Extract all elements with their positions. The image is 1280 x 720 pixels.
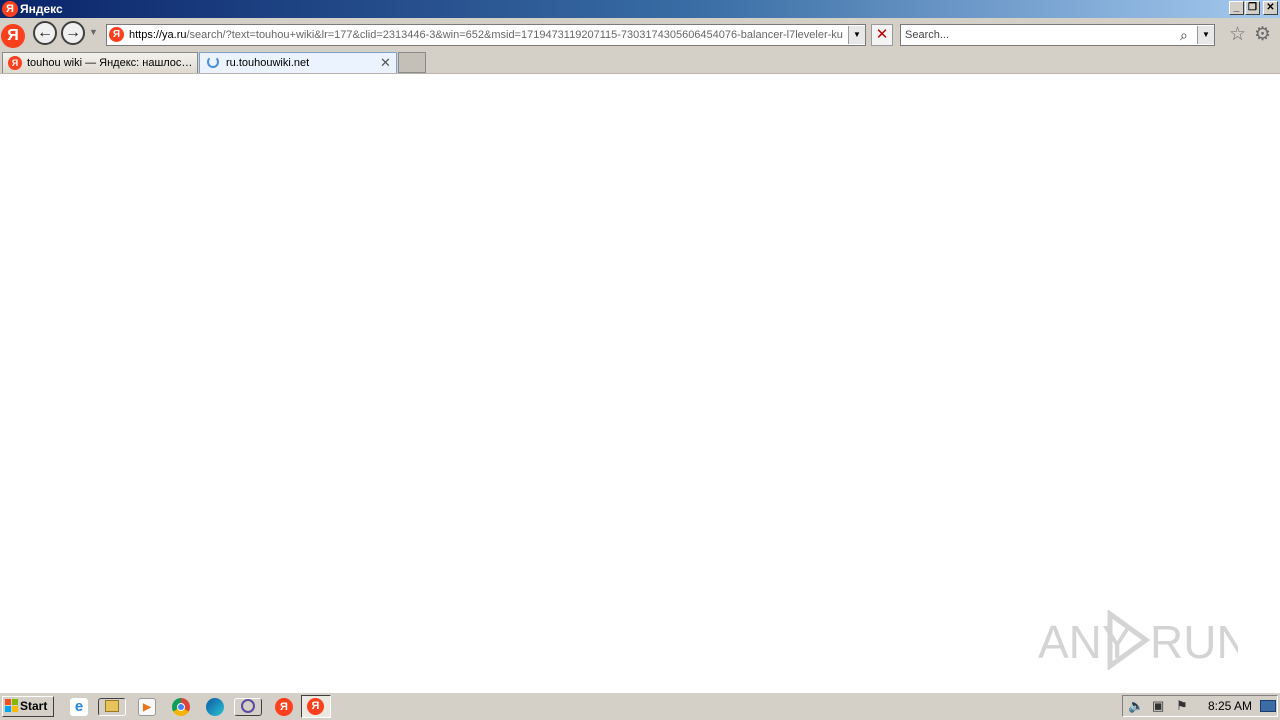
address-dropdown-button[interactable]: ▼ bbox=[848, 26, 865, 44]
yandex-favicon-icon: Я bbox=[8, 56, 22, 70]
tab-label: ru.touhouwiki.net bbox=[226, 57, 310, 69]
speaker-icon[interactable]: 🔈 bbox=[1128, 699, 1144, 713]
close-tab-icon[interactable]: ✕ bbox=[380, 55, 391, 71]
chrome-center-icon bbox=[177, 703, 185, 711]
folder-icon bbox=[105, 700, 119, 712]
yandex-logo-icon: Я bbox=[2, 1, 18, 17]
new-tab-button[interactable] bbox=[398, 52, 426, 73]
search-dropdown-button[interactable]: ▼ bbox=[1197, 26, 1214, 44]
app-play-icon bbox=[241, 699, 255, 713]
site-favicon-icon: Я bbox=[109, 27, 124, 42]
action-center-flag-icon[interactable]: ⚑ bbox=[1176, 699, 1188, 713]
minimize-button[interactable]: _ bbox=[1229, 1, 1244, 15]
page-content bbox=[0, 74, 1280, 692]
favorites-star-icon[interactable]: ☆ bbox=[1229, 24, 1246, 46]
edge-icon[interactable] bbox=[206, 698, 224, 716]
window-title: Яндекс bbox=[20, 2, 63, 16]
loading-spinner-icon bbox=[207, 56, 219, 68]
url-path: /search/?text=touhou+wiki&lr=177&clid=23… bbox=[186, 29, 843, 41]
tab-label: touhou wiki — Яндекс: нашлос… bbox=[27, 57, 193, 69]
restore-button[interactable]: ❐ bbox=[1245, 1, 1260, 15]
tools-gear-icon[interactable]: ⚙ bbox=[1254, 24, 1271, 46]
search-placeholder: Search... bbox=[905, 29, 950, 41]
close-window-button[interactable]: ✕ bbox=[1263, 1, 1278, 15]
clock[interactable]: 8:25 AM bbox=[1208, 699, 1252, 714]
media-player-icon[interactable]: ▶ bbox=[138, 698, 156, 716]
internet-explorer-icon[interactable]: e bbox=[70, 698, 88, 716]
svg-text:RUN: RUN bbox=[1150, 616, 1238, 668]
yandex-browser-icon[interactable]: Я bbox=[275, 698, 293, 716]
stop-button[interactable]: ✕ bbox=[871, 24, 893, 46]
yandex-brand-icon[interactable]: Я bbox=[1, 24, 25, 48]
url-host: https://ya.ru bbox=[129, 29, 187, 41]
title-bar bbox=[0, 0, 1280, 18]
search-icon[interactable]: ⌕ bbox=[1180, 27, 1188, 43]
start-label: Start bbox=[20, 699, 48, 713]
system-tray bbox=[1122, 695, 1278, 717]
address-url[interactable]: https://ya.ru/search/?text=touhou+wiki&l… bbox=[129, 27, 847, 43]
anyrun-watermark: ANY RUN bbox=[1038, 610, 1238, 670]
windows-logo-icon bbox=[5, 699, 18, 712]
back-button[interactable]: ← bbox=[33, 21, 57, 45]
show-desktop-icon[interactable] bbox=[1260, 700, 1276, 712]
taskbar bbox=[0, 692, 1280, 720]
network-icon[interactable]: ▣ bbox=[1152, 699, 1164, 713]
history-dropdown-icon[interactable]: ▼ bbox=[89, 27, 98, 37]
yandex-window-icon: Я bbox=[307, 698, 324, 715]
forward-button[interactable]: → bbox=[61, 21, 85, 45]
